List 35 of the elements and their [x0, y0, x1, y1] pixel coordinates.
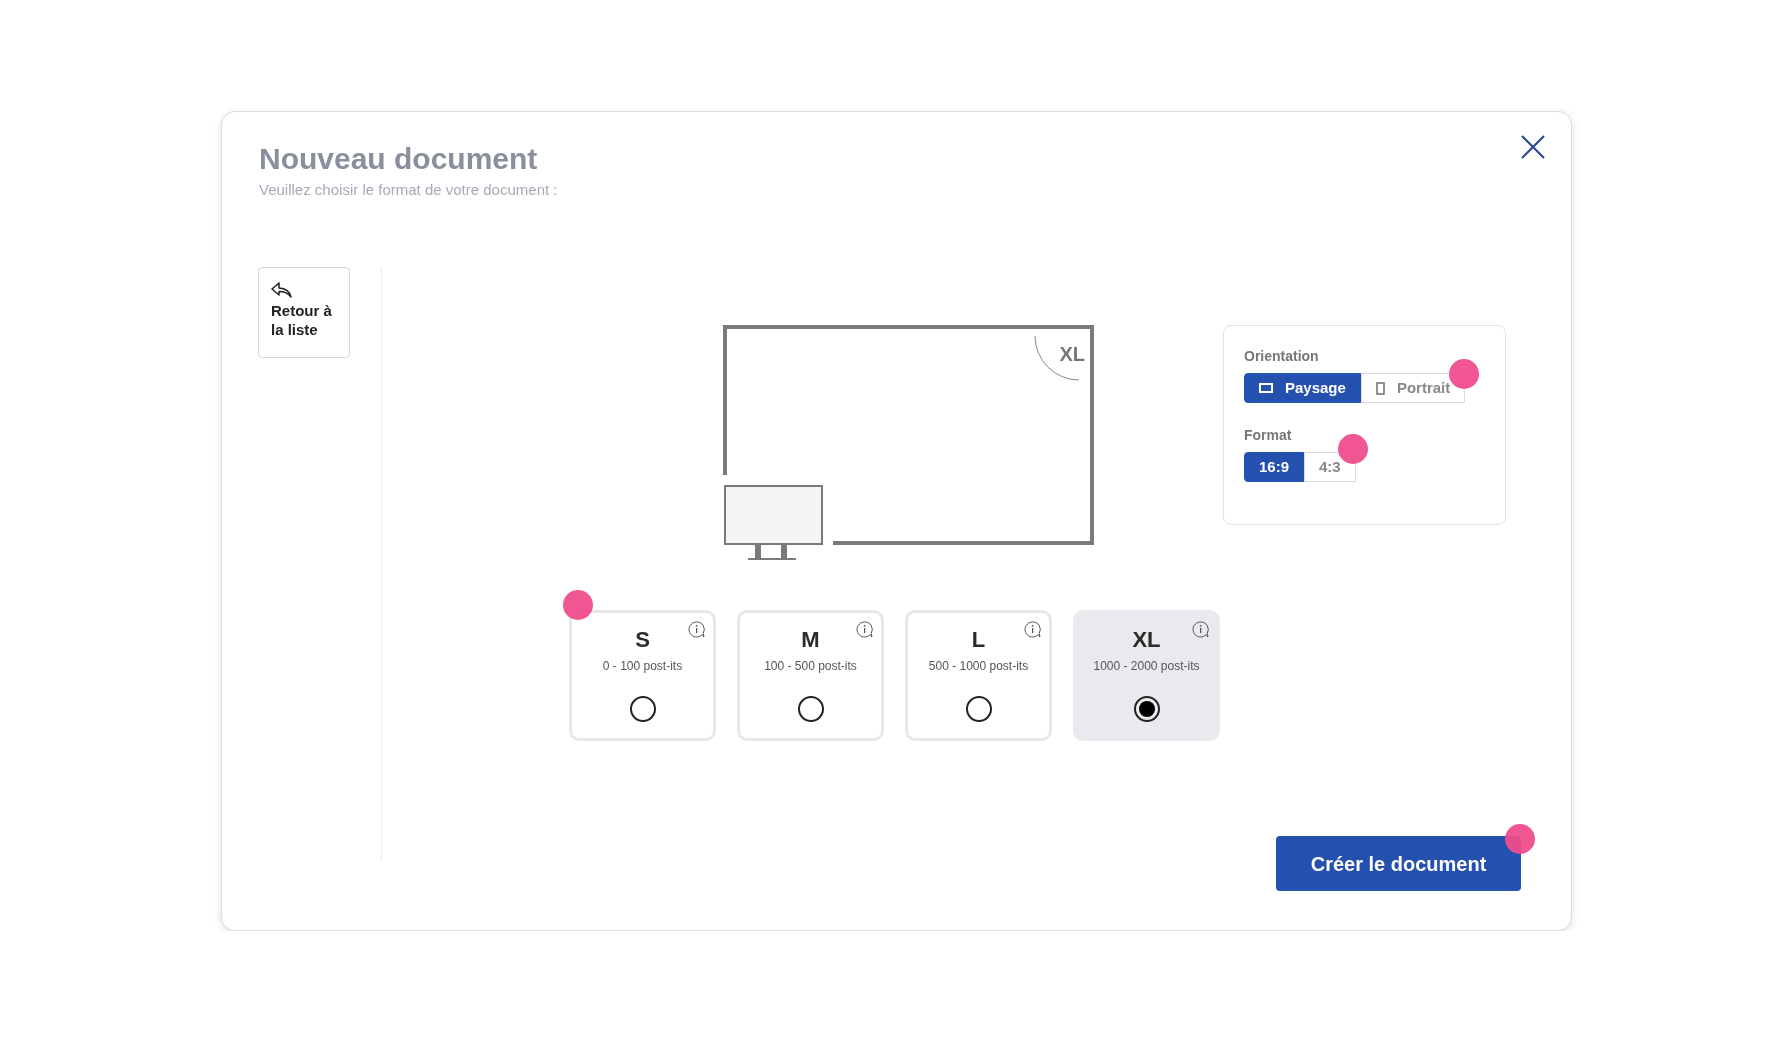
radio-button[interactable]: [797, 696, 824, 722]
size-card[interactable]: S 0 - 100 post-its: [569, 610, 716, 741]
back-arrow-icon: [271, 280, 293, 296]
info-icon[interactable]: [1192, 621, 1209, 638]
size-card[interactable]: M 100 - 500 post-its: [737, 610, 884, 741]
toggle-option[interactable]: Portrait: [1360, 373, 1466, 403]
size-card[interactable]: L 500 - 1000 post-its: [905, 610, 1052, 741]
dialog-subtitle: Veuillez choisir le format de votre document :: [259, 180, 559, 200]
size-label: XL: [1059, 343, 1085, 365]
info-icon[interactable]: [1024, 621, 1041, 638]
close-icon[interactable]: [1520, 134, 1546, 160]
create-document-button[interactable]: Créer le document: [1276, 836, 1521, 891]
size-range: 500 - 1000 post-its: [928, 658, 1029, 676]
size-range: 100 - 500 post-its: [764, 658, 857, 676]
radio-button[interactable]: [965, 696, 992, 722]
info-icon[interactable]: [856, 621, 873, 638]
size-name: XL: [1132, 627, 1161, 654]
size-card[interactable]: XL 1000 - 2000 post-its: [1073, 610, 1220, 741]
back-button[interactable]: Retour à la liste: [258, 267, 350, 358]
info-icon[interactable]: [688, 621, 705, 638]
radio-button[interactable]: [629, 696, 656, 722]
portrait-icon: [1375, 381, 1385, 395]
toggle-option[interactable]: 16:9: [1244, 452, 1305, 482]
landscape-icon: [1259, 383, 1273, 393]
size-name: S: [635, 627, 650, 654]
dialog-title: Nouveau document: [259, 142, 539, 175]
size-name: M: [801, 627, 820, 654]
size-range: 1000 - 2000 post-its: [1093, 658, 1200, 676]
section-label: Format: [1244, 426, 1293, 445]
toggle-option[interactable]: 4:3: [1304, 452, 1356, 482]
size-range: 0 - 100 post-its: [602, 658, 683, 676]
radio-button[interactable]: [1133, 696, 1160, 722]
section-label: Orientation: [1244, 347, 1320, 366]
size-name: L: [971, 627, 986, 654]
toggle-option[interactable]: Paysage: [1244, 373, 1361, 403]
